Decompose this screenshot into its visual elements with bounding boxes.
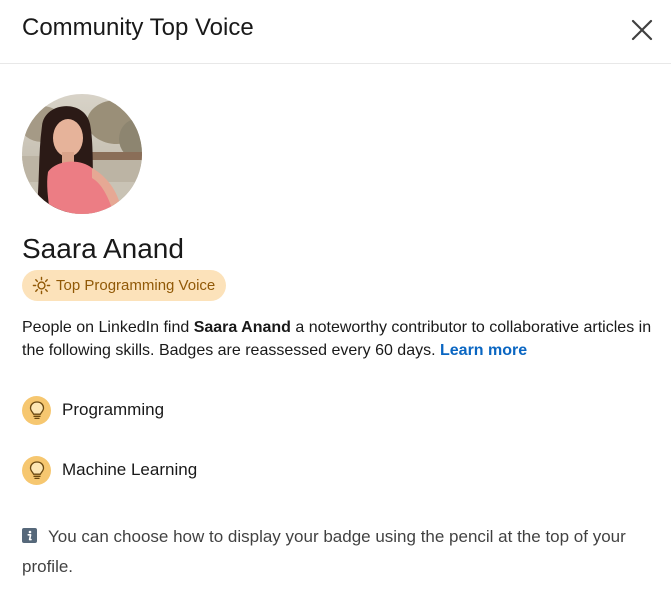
lightbulb-icon xyxy=(32,276,51,295)
description-prefix: People on LinkedIn find xyxy=(22,319,194,336)
top-voice-badge: Top Programming Voice xyxy=(22,270,227,301)
description-name: Saara Anand xyxy=(193,319,291,336)
info-icon xyxy=(22,528,37,543)
badge-description: People on LinkedIn find Saara Anand a no… xyxy=(22,316,652,362)
info-text: You can choose how to display your badge… xyxy=(22,527,626,576)
profile-name: Saara Anand xyxy=(22,233,184,264)
profile-photo[interactable] xyxy=(22,94,142,214)
close-button[interactable] xyxy=(624,12,660,48)
modal-header: Community Top Voice xyxy=(0,0,671,64)
badge-label: Top Programming Voice xyxy=(56,276,216,294)
learn-more-link[interactable]: Learn more xyxy=(440,342,527,359)
badge-display-info: You can choose how to display your badge… xyxy=(22,522,662,582)
skill-item: Programming xyxy=(22,395,164,425)
close-icon xyxy=(631,19,653,41)
skill-item: Machine Learning xyxy=(22,455,197,485)
lightbulb-icon xyxy=(22,455,51,485)
modal-title: Community Top Voice xyxy=(22,14,254,41)
lightbulb-icon xyxy=(22,395,51,425)
top-voice-modal: Community Top Voice Saara Anand Top Prog… xyxy=(0,0,671,589)
skill-label: Machine Learning xyxy=(62,460,198,479)
skill-label: Programming xyxy=(62,400,165,419)
